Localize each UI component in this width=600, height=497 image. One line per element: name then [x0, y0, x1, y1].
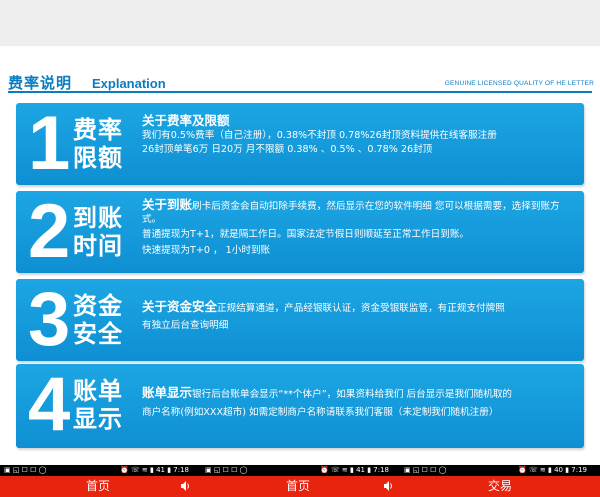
header-tagline: GENUINE LICENSED QUALITY OF HE LETTER: [444, 80, 594, 87]
card-content: 关于到账刷卡后资金会自动扣除手续费，然后显示在您的软件明细 您可以根据需要，选择…: [142, 198, 572, 258]
card-heading: 关于资金安全: [142, 299, 218, 314]
card-text-line: 我们有0.5%费率（自己注册），0.38%不封顶 0.78%26封顶资料提供在线…: [142, 130, 497, 141]
status-info: ⏰ ☏ ≋ ▮ 41 ▮ 7:18: [120, 466, 190, 474]
card-label-line1: 账单: [73, 377, 123, 405]
speaker-icon[interactable]: [180, 480, 191, 492]
card-number: 1: [28, 101, 71, 186]
card-label: 到账 时间: [73, 204, 133, 260]
card-heading: 账单显示: [142, 385, 193, 400]
status-info: ⏰ ☏ ≋ ▮ 41 ▮ 7:18: [320, 466, 390, 474]
card-label-line2: 时间: [73, 232, 123, 260]
status-icons-left: ▣ ◱ ☐ ☐ ◯: [404, 466, 447, 474]
bottom-nav: 首页 首页 交易: [0, 476, 600, 497]
card-content: 关于费率及限额 我们有0.5%费率（自己注册），0.38%不封顶 0.78%26…: [142, 112, 572, 157]
status-info: ⏰ ☏ ≋ ▮ 40 ▮ 7:19: [518, 466, 588, 474]
section-title-en: Explanation: [92, 76, 166, 91]
card-heading: 关于到账: [142, 197, 193, 212]
info-card-settlement: 2 到账 时间 关于到账刷卡后资金会自动扣除手续费，然后显示在您的软件明细 您可…: [16, 191, 584, 273]
status-icons-left: ▣ ◱ ☐ ☐ ◯: [205, 466, 248, 474]
speaker-icon[interactable]: [383, 480, 394, 492]
card-heading-row: 关于到账刷卡后资金会自动扣除手续费，然后显示在您的软件明细 您可以根据需要，选择…: [142, 198, 572, 226]
nav-transactions[interactable]: 交易: [488, 476, 512, 497]
card-label-line1: 资金: [73, 292, 123, 320]
section-header: 费率说明 Explanation GENUINE LICENSED QUALIT…: [0, 72, 600, 98]
card-heading-tail: 正规结算通道，产品经银联认证，资金受银联监管，有正规支付牌照: [217, 303, 505, 314]
card-label: 账单 显示: [73, 377, 133, 433]
card-label-line2: 安全: [73, 320, 123, 348]
card-label-line1: 到账: [73, 204, 123, 232]
card-text-line: 普通提现为T+1，就是隔工作日。国家法定节假日则顺延至正常工作日到账。: [142, 229, 470, 240]
card-label: 费率 限额: [73, 116, 133, 172]
card-label: 资金 安全: [73, 292, 133, 348]
card-heading-row: 账单显示银行后台账单会显示“**个体户”，如果资料给我们 后台显示是我们随机取的: [142, 384, 572, 403]
card-text-line: 快速提现为T+0 ， 1小时到账: [142, 245, 271, 256]
card-heading-row: 关于资金安全正规结算通道，产品经银联认证，资金受银联监管，有正规支付牌照: [142, 298, 572, 317]
info-card-rates: 1 费率 限额 关于费率及限额 我们有0.5%费率（自己注册），0.38%不封顶…: [16, 103, 584, 185]
card-label-line1: 费率: [73, 116, 123, 144]
info-card-statement: 4 账单 显示 账单显示银行后台账单会显示“**个体户”，如果资料给我们 后台显…: [16, 364, 584, 448]
info-card-security: 3 资金 安全 关于资金安全正规结算通道，产品经银联认证，资金受银联监管，有正规…: [16, 279, 584, 361]
status-icons-left: ▣ ◱ ☐ ☐ ◯: [4, 466, 47, 474]
phone-status-bar: ▣ ◱ ☐ ☐ ◯ ⏰ ☏ ≋ ▮ 41 ▮ 7:18 ▣ ◱ ☐ ☐ ◯ ⏰ …: [0, 465, 600, 476]
card-number: 3: [28, 277, 71, 362]
card-label-line2: 限额: [73, 144, 123, 172]
card-text-line: 商户名称(例如XXX超市) 如需定制商户名称请联系我们客服（未定制我们随机注册）: [142, 407, 499, 418]
card-label-line2: 显示: [73, 405, 123, 433]
card-content: 关于资金安全正规结算通道，产品经银联认证，资金受银联监管，有正规支付牌照 有独立…: [142, 298, 572, 333]
card-text-line: 有独立后台查询明细: [142, 320, 229, 331]
nav-home[interactable]: 首页: [86, 476, 110, 497]
card-text-line: 26封顶单笔6万 日20万 月不限额 0.38% 、0.5% 、0.78% 26…: [142, 144, 433, 155]
card-heading: 关于费率及限额: [142, 113, 230, 128]
card-number: 2: [28, 189, 71, 274]
card-heading-tail: 刷卡后资金会自动扣除手续费，然后显示在您的软件明细 您可以根据需要，选择到账方式…: [142, 201, 560, 225]
card-heading-tail: 银行后台账单会显示“**个体户”，如果资料给我们 后台显示是我们随机取的: [192, 389, 513, 400]
card-content: 账单显示银行后台账单会显示“**个体户”，如果资料给我们 后台显示是我们随机取的…: [142, 384, 572, 420]
nav-home[interactable]: 首页: [286, 476, 310, 497]
header-divider: [8, 91, 592, 93]
section-title: 费率说明: [8, 74, 73, 92]
top-band: [0, 0, 600, 46]
card-number: 4: [28, 362, 71, 447]
